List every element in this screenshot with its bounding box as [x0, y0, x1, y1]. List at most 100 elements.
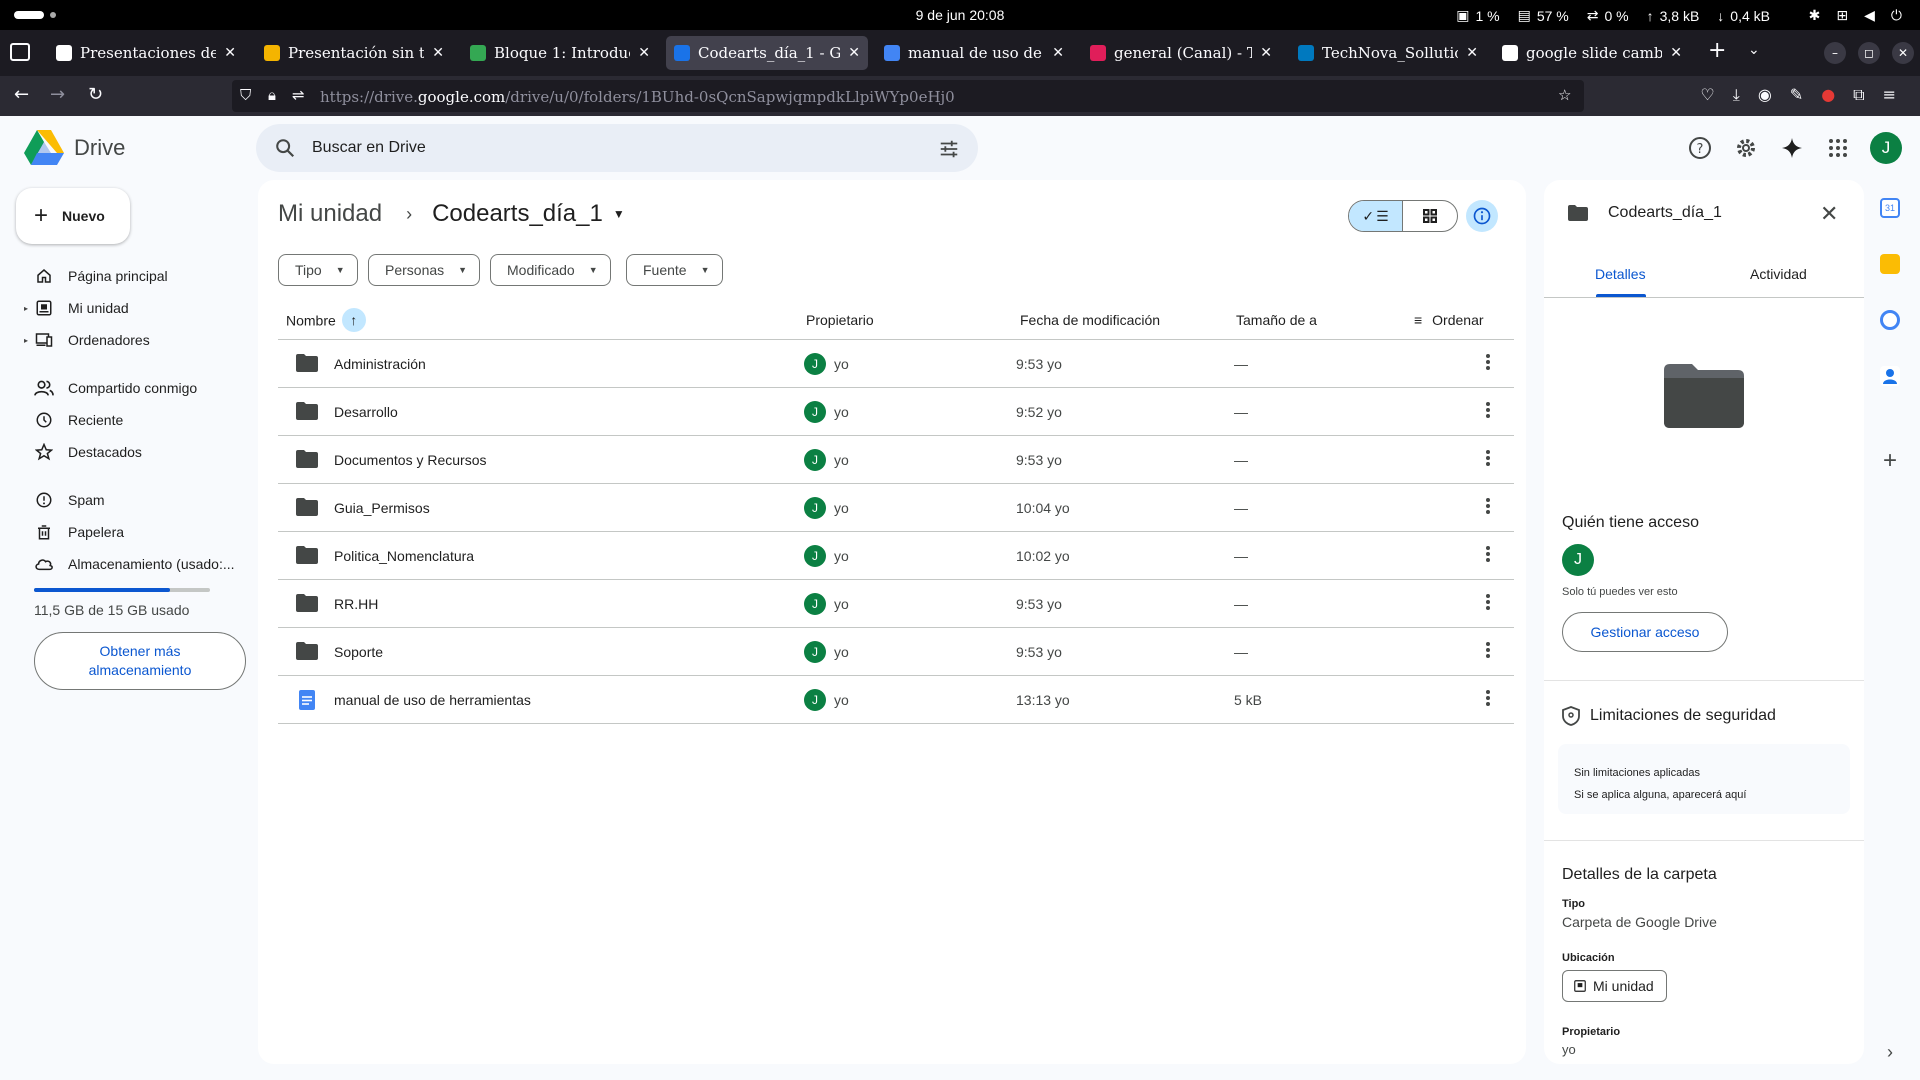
file-name[interactable]: Administración: [334, 356, 426, 372]
close-window-button[interactable]: ✕: [1892, 42, 1914, 64]
expand-arrow-icon[interactable]: ▸: [24, 336, 34, 345]
contacts-icon[interactable]: [1880, 366, 1900, 386]
tab-close-icon[interactable]: ✕: [224, 45, 236, 61]
calendar-icon[interactable]: 31: [1880, 198, 1900, 218]
tab-close-icon[interactable]: ✕: [1670, 45, 1682, 61]
file-name[interactable]: Politica_Nomenclatura: [334, 548, 474, 564]
new-button[interactable]: + Nuevo: [16, 188, 130, 244]
extensions-icon[interactable]: ✎: [1790, 85, 1803, 105]
file-name[interactable]: RR.HH: [334, 596, 378, 612]
url-text[interactable]: https://drive.google.com/drive/u/0/folde…: [320, 88, 955, 106]
table-row[interactable]: Desarrollo Jyo 9:52 yo —: [278, 388, 1514, 436]
menu-icon[interactable]: ≡: [1883, 85, 1896, 105]
gemini-sparkle-icon[interactable]: [1780, 136, 1804, 160]
apps-grid-icon[interactable]: [1826, 136, 1850, 160]
sidebar-item-spam[interactable]: Spam: [24, 484, 105, 516]
search-input[interactable]: Buscar en Drive: [312, 139, 426, 157]
table-row[interactable]: manual de uso de herramientas Jyo 13:13 yo…: [278, 676, 1514, 724]
list-all-tabs-icon[interactable]: ⌄: [1748, 42, 1760, 58]
table-row[interactable]: RR.HH Jyo 9:53 yo —: [278, 580, 1514, 628]
downloads-icon[interactable]: ⤓: [1733, 85, 1740, 105]
account-avatar[interactable]: J: [1870, 132, 1902, 164]
search-icon[interactable]: [274, 137, 296, 159]
expand-arrow-icon[interactable]: ▸: [24, 304, 34, 313]
back-icon[interactable]: ←: [14, 84, 29, 105]
sidebar-item-trash[interactable]: Papelera: [24, 516, 124, 548]
system-tray[interactable]: ✱ ⊞ ◀ ⏻: [1809, 7, 1902, 24]
search-bar[interactable]: Buscar en Drive: [256, 124, 978, 172]
grid-view-button[interactable]: [1403, 201, 1457, 231]
manage-access-button[interactable]: Gestionar acceso: [1562, 612, 1728, 652]
tab-details[interactable]: Detalles: [1595, 266, 1646, 282]
get-more-storage-button[interactable]: Obtener más almacenamiento: [34, 632, 246, 690]
help-icon[interactable]: ?: [1688, 136, 1712, 160]
url-bar[interactable]: ⛉ 🔒︎ ⇌ https://drive.google.com/drive/u/…: [232, 80, 1584, 112]
tab-close-icon[interactable]: ✕: [848, 45, 860, 61]
permissions-icon[interactable]: ⇌: [292, 86, 305, 104]
tab-activity[interactable]: Actividad: [1750, 266, 1807, 282]
minimize-window-button[interactable]: –: [1824, 42, 1846, 64]
tab-close-icon[interactable]: ✕: [432, 45, 444, 61]
filter-people-chip[interactable]: Personas ▼: [368, 254, 481, 286]
column-name[interactable]: Nombre ↑: [286, 308, 366, 332]
file-name[interactable]: Soporte: [334, 644, 383, 660]
maximize-window-button[interactable]: ◻: [1858, 42, 1880, 64]
file-name[interactable]: Guia_Permisos: [334, 500, 430, 516]
folder-menu-caret-icon[interactable]: ▼: [613, 207, 625, 221]
table-row[interactable]: Administración Jyo 9:53 yo —: [278, 340, 1514, 388]
drive-logo[interactable]: Drive: [24, 130, 125, 166]
more-actions-icon[interactable]: [1486, 642, 1490, 660]
filter-modified-chip[interactable]: Modificado ▼: [490, 254, 611, 286]
extensions-puzzle-icon[interactable]: ⧉: [1853, 85, 1864, 105]
search-options-icon[interactable]: [938, 138, 960, 160]
lock-icon[interactable]: 🔒︎: [268, 86, 276, 104]
adblock-icon[interactable]: ●: [1821, 85, 1835, 105]
column-size[interactable]: Tamaño de a: [1236, 312, 1318, 328]
keep-icon[interactable]: [1880, 254, 1900, 274]
add-addon-icon[interactable]: +: [1880, 449, 1900, 473]
location-chip[interactable]: Mi unidad: [1562, 970, 1667, 1002]
slack-tray-icon[interactable]: ✱: [1809, 7, 1821, 24]
more-actions-icon[interactable]: [1486, 690, 1490, 708]
file-name[interactable]: manual de uso de herramientas: [334, 692, 531, 708]
sidebar-item-shared[interactable]: Compartido conmigo: [24, 372, 197, 404]
new-tab-button[interactable]: +: [1708, 38, 1726, 63]
more-actions-icon[interactable]: [1486, 498, 1490, 516]
tasks-icon[interactable]: [1880, 310, 1900, 330]
table-row[interactable]: Guia_Permisos Jyo 10:04 yo —: [278, 484, 1514, 532]
browser-tab[interactable]: Codearts_día_1 - Goog ✕: [666, 36, 868, 70]
pocket-icon[interactable]: ♡: [1700, 85, 1714, 105]
file-name[interactable]: Documentos y Recursos: [334, 452, 487, 468]
sidebar-item-computers[interactable]: ▸ Ordenadores: [24, 324, 150, 356]
more-actions-icon[interactable]: [1486, 402, 1490, 420]
power-icon[interactable]: ⏻: [1891, 7, 1902, 24]
more-actions-icon[interactable]: [1486, 546, 1490, 564]
list-view-button[interactable]: ✓ ☰: [1349, 201, 1404, 231]
browser-tab[interactable]: general (Canal) - Tech ✕: [1082, 36, 1280, 70]
volume-icon[interactable]: ◀: [1864, 7, 1875, 24]
table-row[interactable]: Soporte Jyo 9:53 yo —: [278, 628, 1514, 676]
reload-icon[interactable]: ↻: [88, 84, 103, 105]
sidebar-item-my-drive[interactable]: ▸ Mi unidad: [24, 292, 129, 324]
column-modified[interactable]: Fecha de modificación: [1020, 312, 1160, 328]
details-toggle-button[interactable]: [1466, 200, 1498, 232]
breadcrumb-root[interactable]: Mi unidad: [278, 200, 382, 228]
tab-close-icon[interactable]: ✕: [1260, 45, 1272, 61]
browser-tab[interactable]: Presentación sin títul ✕: [256, 36, 452, 70]
tab-close-icon[interactable]: ✕: [638, 45, 650, 61]
browser-tab[interactable]: manual de uso de her ✕: [876, 36, 1072, 70]
more-actions-icon[interactable]: [1486, 354, 1490, 372]
file-name[interactable]: Desarrollo: [334, 404, 398, 420]
column-owner[interactable]: Propietario: [806, 312, 874, 328]
sidebar-item-home[interactable]: Página principal: [24, 260, 168, 292]
settings-icon[interactable]: [1734, 136, 1758, 160]
table-row[interactable]: Documentos y Recursos Jyo 9:53 yo —: [278, 436, 1514, 484]
account-icon[interactable]: ◉: [1758, 85, 1772, 105]
network-icon[interactable]: ⊞: [1836, 7, 1848, 24]
filter-source-chip[interactable]: Fuente ▼: [626, 254, 723, 286]
filter-type-chip[interactable]: Tipo ▼: [278, 254, 358, 286]
table-row[interactable]: Politica_Nomenclatura Jyo 10:02 yo —: [278, 532, 1514, 580]
browser-tab[interactable]: TechNova_Sollution | ✕: [1290, 36, 1486, 70]
tab-close-icon[interactable]: ✕: [1052, 45, 1064, 61]
shield-icon[interactable]: ⛉: [240, 86, 251, 104]
